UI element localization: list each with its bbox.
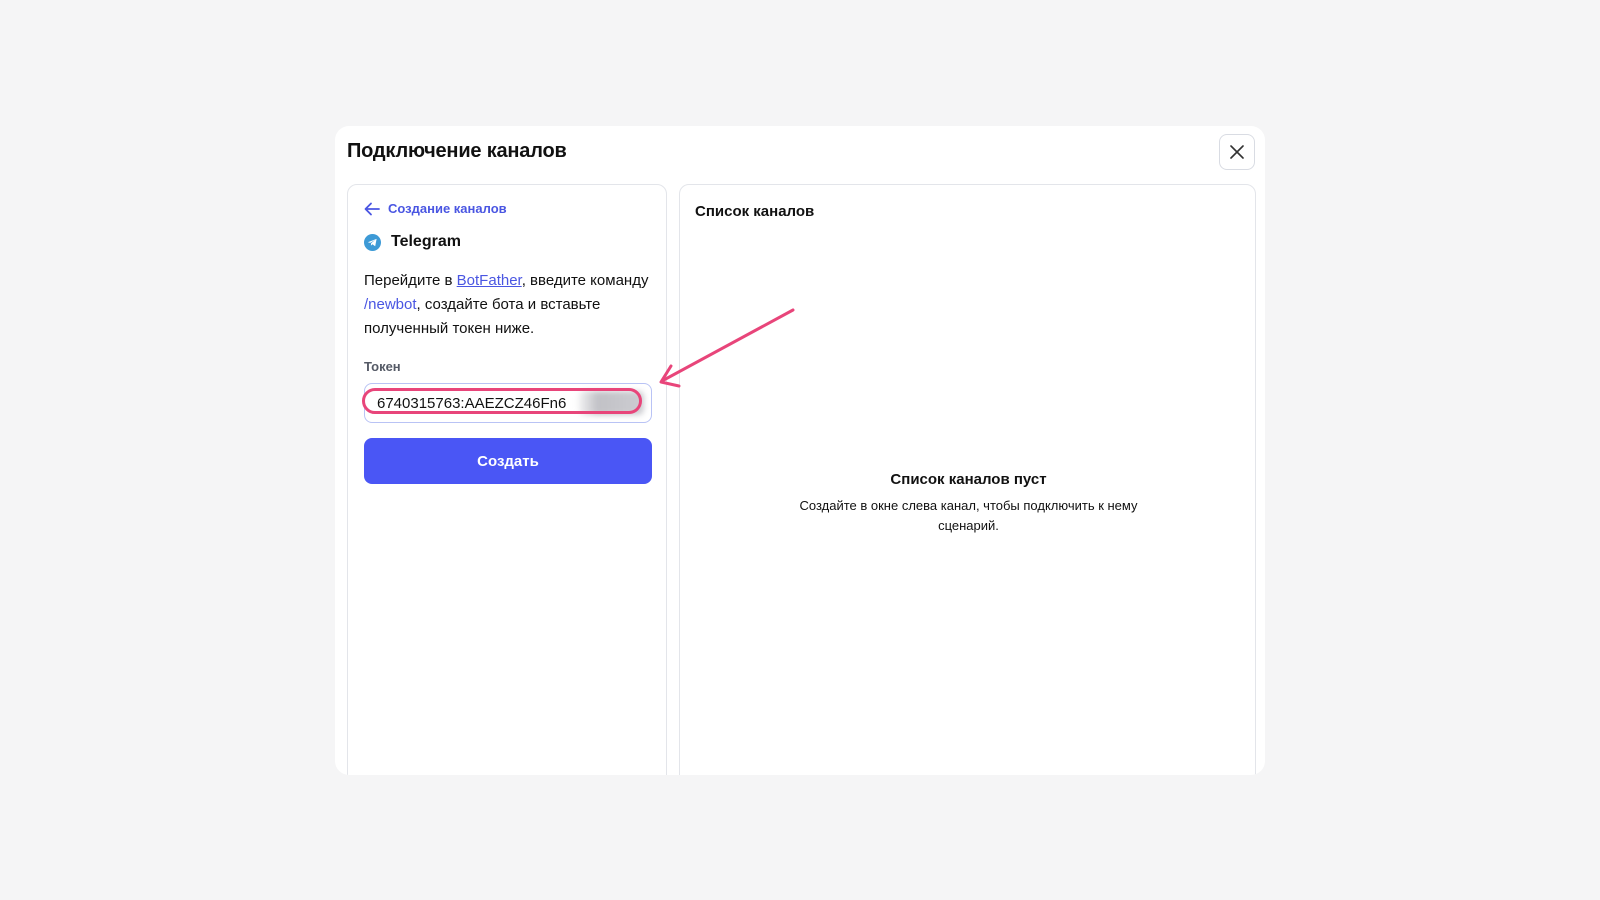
close-button[interactable] <box>1219 134 1255 170</box>
token-input[interactable] <box>364 383 652 423</box>
empty-state: Список каналов пуст Создайте в окне слев… <box>680 471 1257 536</box>
instructions-text: Перейдите в BotFather, введите команду /… <box>364 269 654 341</box>
back-to-channel-creation-link[interactable]: Создание каналов <box>364 201 507 216</box>
newbot-command: /newbot <box>364 296 417 313</box>
create-button[interactable]: Создать <box>364 438 652 484</box>
botfather-link[interactable]: BotFather <box>457 272 522 289</box>
token-label: Токен <box>364 359 401 374</box>
channel-connection-modal: Подключение каналов Создание каналов Tel… <box>335 126 1265 775</box>
close-icon <box>1230 145 1244 159</box>
channel-list-title: Список каналов <box>695 203 815 220</box>
channel-list-panel: Список каналов Список каналов пуст Созда… <box>679 184 1256 775</box>
empty-state-title: Список каналов пуст <box>890 471 1047 488</box>
create-channel-panel: Создание каналов Telegram Перейдите в Bo… <box>347 184 667 775</box>
modal-title: Подключение каналов <box>347 140 567 162</box>
empty-state-description: Создайте в окне слева канал, чтобы подкл… <box>799 498 1138 533</box>
telegram-icon <box>364 233 381 251</box>
arrow-left-icon <box>364 202 380 215</box>
channel-type: Telegram <box>364 233 461 251</box>
instructions-part: Перейдите в <box>364 272 457 289</box>
channel-name: Telegram <box>391 233 461 250</box>
instructions-part: , введите команду <box>521 272 649 289</box>
back-link-label: Создание каналов <box>388 201 507 216</box>
